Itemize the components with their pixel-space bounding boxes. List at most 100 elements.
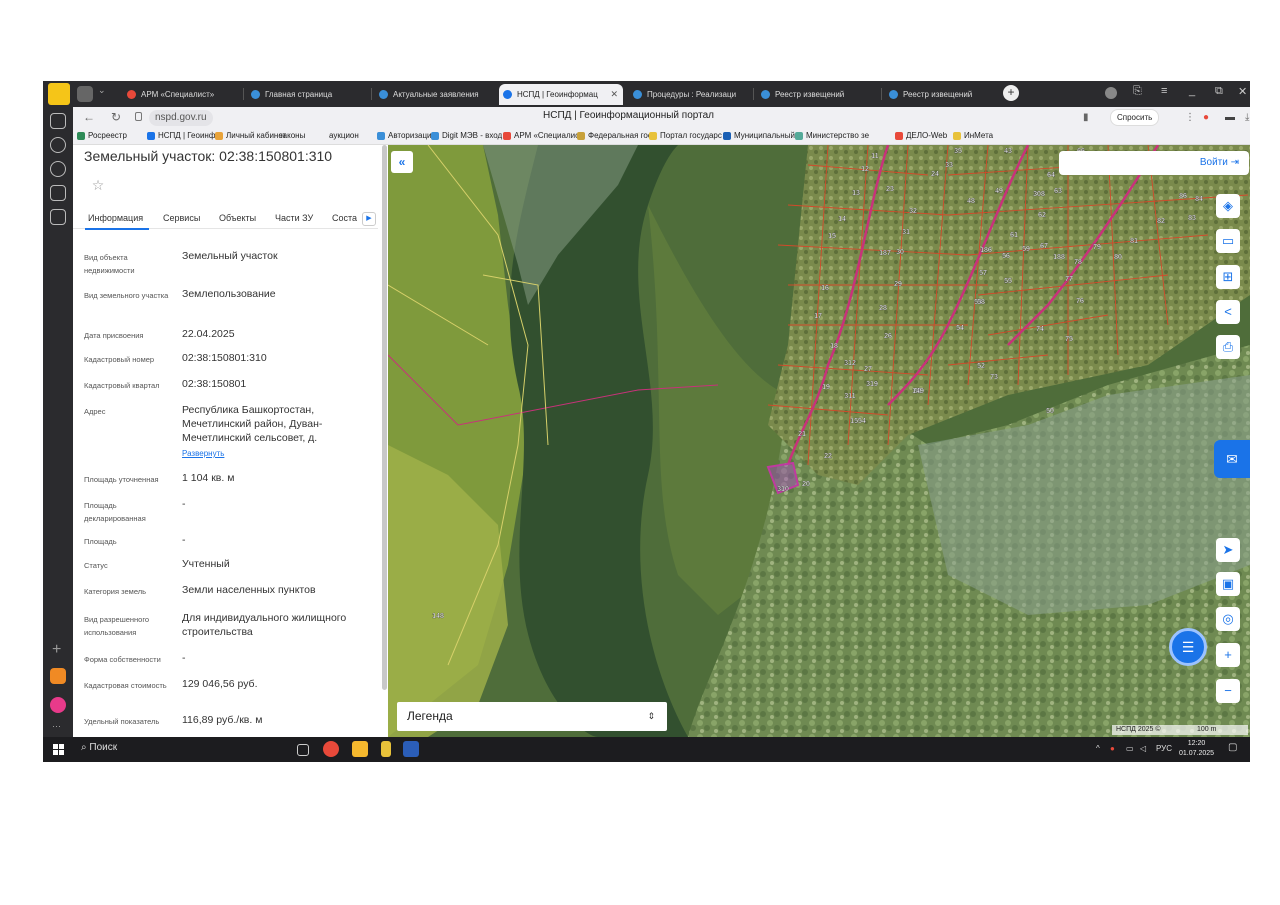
yandex-login-icon[interactable] bbox=[48, 83, 70, 105]
parcel-label[interactable]: 11 bbox=[871, 153, 879, 160]
language-indicator[interactable]: РУС bbox=[1156, 744, 1172, 753]
zoom-in-button[interactable]: + bbox=[1216, 643, 1240, 667]
ask-button[interactable]: Спросить bbox=[1110, 109, 1160, 126]
bookmark-item[interactable]: аукцион bbox=[329, 131, 359, 140]
tab-info[interactable]: Информация bbox=[88, 213, 143, 223]
back-icon[interactable]: ← bbox=[83, 110, 95, 124]
more-icon[interactable]: ··· bbox=[52, 721, 61, 731]
parcel-label[interactable]: 84 bbox=[1195, 196, 1203, 203]
parcel-label[interactable]: 1554 bbox=[850, 418, 866, 425]
parcel-label[interactable]: 56 bbox=[1002, 253, 1010, 260]
parcel-label[interactable]: 21 bbox=[798, 431, 806, 438]
bookmark-item[interactable]: НСПД | Геоинфо bbox=[147, 131, 220, 140]
parcel-label[interactable]: 26 bbox=[884, 333, 892, 340]
profile-icon[interactable] bbox=[1105, 87, 1117, 99]
file-explorer-icon[interactable] bbox=[381, 741, 391, 757]
tab-main-page[interactable]: Главная страница bbox=[247, 84, 367, 105]
tab-composition[interactable]: Соста bbox=[332, 213, 357, 223]
star-icon[interactable]: ☆ bbox=[88, 175, 108, 195]
tab-group-icon[interactable] bbox=[77, 86, 93, 102]
new-tab-icon[interactable]: + bbox=[1003, 85, 1019, 101]
parcel-label[interactable]: 81 bbox=[1130, 238, 1138, 245]
parcel-label[interactable]: 62 bbox=[1038, 212, 1046, 219]
parcel-label[interactable]: 16 bbox=[821, 285, 829, 292]
zen-icon[interactable] bbox=[50, 185, 66, 201]
media-icon[interactable] bbox=[50, 161, 66, 177]
bookmark-item[interactable]: Авторизация bbox=[377, 131, 436, 140]
parcel-label[interactable]: 74 bbox=[1036, 326, 1044, 333]
bookmarks-icon[interactable] bbox=[50, 113, 66, 129]
select-area-icon[interactable]: ⊞ bbox=[1216, 265, 1240, 289]
parcel-label[interactable]: 63 bbox=[1054, 188, 1062, 195]
bookmark-item[interactable]: Росреестр bbox=[77, 131, 127, 140]
parcel-label[interactable]: 310 bbox=[777, 486, 789, 493]
tab-registry-1[interactable]: Реестр извещений bbox=[757, 84, 877, 105]
parcel-label[interactable]: 52 bbox=[977, 363, 985, 370]
app-icon[interactable] bbox=[50, 668, 66, 684]
parcel-label[interactable]: 75 bbox=[1065, 336, 1073, 343]
parcel-label[interactable]: 77 bbox=[1065, 276, 1073, 283]
parcel-label[interactable]: 14 bbox=[838, 216, 846, 223]
parcel-label[interactable]: 28 bbox=[879, 305, 887, 312]
parcel-label[interactable]: 22 bbox=[824, 453, 832, 460]
parcel-label[interactable]: 319 bbox=[866, 381, 878, 388]
parcel-label[interactable]: 32 bbox=[909, 208, 917, 215]
reload-icon[interactable]: ↻ bbox=[111, 110, 121, 124]
parcel-label[interactable]: 188 bbox=[1053, 254, 1065, 261]
bookmark-item[interactable]: законы bbox=[279, 131, 305, 140]
parcel-label[interactable]: 86 bbox=[1179, 193, 1187, 200]
tab-nspd[interactable]: НСПД | Геоинформац ✕ bbox=[499, 84, 623, 105]
bookmark-item[interactable]: Федеральная гос bbox=[577, 131, 652, 140]
tab-arm[interactable]: АРМ «Специалист» bbox=[123, 84, 238, 105]
download-icon[interactable]: ⤓ bbox=[1245, 112, 1249, 123]
parcel-label[interactable]: 64 bbox=[1047, 172, 1055, 179]
bookmark-item[interactable]: Министерство зе bbox=[795, 131, 869, 140]
app-yellow-icon[interactable] bbox=[352, 741, 368, 757]
yandex-browser-icon[interactable] bbox=[323, 741, 339, 757]
parcel-label[interactable]: 79 bbox=[1093, 244, 1101, 251]
tab-services[interactable]: Сервисы bbox=[163, 213, 200, 223]
parcel-label[interactable]: 80 bbox=[1114, 254, 1122, 261]
parcel-label[interactable]: 30 bbox=[896, 249, 904, 256]
parcel-label[interactable]: 19 bbox=[822, 384, 830, 391]
tabs-next-icon[interactable]: ▶ bbox=[362, 212, 376, 226]
bookmark-item[interactable]: АРМ «Специалис bbox=[503, 131, 579, 140]
extension2-icon[interactable]: ▬ bbox=[1225, 112, 1235, 123]
bookmark-item[interactable]: ДЕЛО-Web bbox=[895, 131, 947, 140]
parcel-label[interactable]: 58 bbox=[977, 299, 985, 306]
clock[interactable]: 12:20 01.07.2025 bbox=[1179, 739, 1214, 759]
parcel-label[interactable]: 149 bbox=[912, 388, 924, 395]
parcel-label[interactable]: 27 bbox=[864, 366, 872, 373]
history-icon[interactable] bbox=[50, 137, 66, 153]
downloads-icon[interactable]: ⎘ bbox=[1133, 85, 1142, 98]
parcel-label[interactable]: 43 bbox=[1004, 148, 1012, 155]
parcel-label[interactable]: 82 bbox=[1157, 218, 1165, 225]
parcel-label[interactable]: 49 bbox=[995, 188, 1003, 195]
parcel-label[interactable]: 311 bbox=[844, 393, 856, 400]
close-tab-icon[interactable]: ✕ bbox=[610, 84, 618, 105]
legend-dropdown[interactable]: Легенда ⇕ bbox=[397, 702, 667, 731]
locate-icon[interactable]: ➤ bbox=[1216, 538, 1240, 562]
zoom-out-button[interactable]: − bbox=[1216, 679, 1240, 703]
parcel-label[interactable]: 76 bbox=[1076, 298, 1084, 305]
parcel-label[interactable]: 308 bbox=[1033, 191, 1045, 198]
minimize-icon[interactable]: _ bbox=[1189, 85, 1195, 97]
parcel-label[interactable]: 67 bbox=[1040, 243, 1048, 250]
parcel-label[interactable]: 33 bbox=[945, 162, 953, 169]
parcel-label[interactable]: 57 bbox=[979, 270, 987, 277]
tab-applications[interactable]: Актуальные заявления bbox=[375, 84, 495, 105]
bookmark-item[interactable]: Digit МЭВ - вход bbox=[431, 131, 502, 140]
lock-icon[interactable] bbox=[135, 112, 142, 121]
parcel-label[interactable]: 31 bbox=[902, 229, 910, 236]
menu-icon[interactable]: ≡ bbox=[1161, 85, 1167, 97]
chat-icon[interactable]: ☰ bbox=[1169, 628, 1207, 666]
login-icon[interactable]: ⇥ bbox=[1231, 157, 1239, 168]
tray-expand-icon[interactable]: ^ bbox=[1096, 744, 1100, 753]
parcel-label[interactable]: 73 bbox=[990, 374, 998, 381]
login-bar[interactable]: Войти ⇥ bbox=[1059, 151, 1249, 175]
windows-start-icon[interactable] bbox=[53, 744, 64, 755]
bookmark-item[interactable]: Муниципальный bbox=[723, 131, 795, 140]
wallet-icon[interactable] bbox=[50, 209, 66, 225]
parcel-label[interactable]: 54 bbox=[956, 325, 964, 332]
parcel-label[interactable]: 35 bbox=[954, 148, 962, 155]
